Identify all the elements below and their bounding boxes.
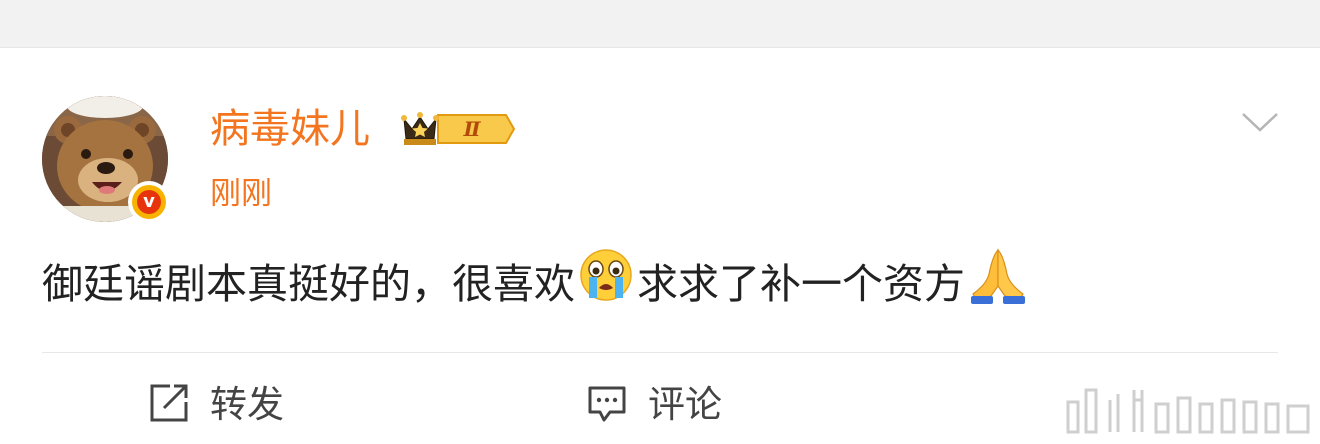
repost-label: 转发: [210, 383, 284, 426]
comment-icon: [586, 382, 628, 428]
post-content: 御廷谣剧本真挺好的，很喜欢 求求了补一个资方: [42, 248, 1031, 316]
comment-label: 评论: [648, 383, 722, 426]
post-timestamp[interactable]: 刚刚: [210, 172, 272, 216]
feed-separator: [0, 0, 1320, 48]
verified-badge: v: [128, 181, 170, 223]
verified-v-icon: v: [137, 190, 161, 214]
praying-hands-icon: [967, 246, 1029, 322]
crown-rank-icon[interactable]: Ⅱ: [398, 109, 516, 153]
badge-level-label: Ⅱ: [463, 117, 482, 141]
post-text-part-2: 求求了补一个资方: [637, 260, 965, 308]
content-divider: [42, 352, 1278, 353]
post-text-part-1: 御廷谣剧本真挺好的，很喜欢: [42, 260, 575, 308]
watermark: [1060, 380, 1320, 444]
chevron-down-icon[interactable]: [1240, 110, 1280, 138]
author-name[interactable]: 病毒妹儿: [210, 103, 370, 155]
repost-icon: [148, 382, 190, 428]
repost-button[interactable]: 转发: [148, 380, 284, 430]
crying-face-icon: [577, 246, 635, 322]
comment-button[interactable]: 评论: [586, 380, 722, 430]
